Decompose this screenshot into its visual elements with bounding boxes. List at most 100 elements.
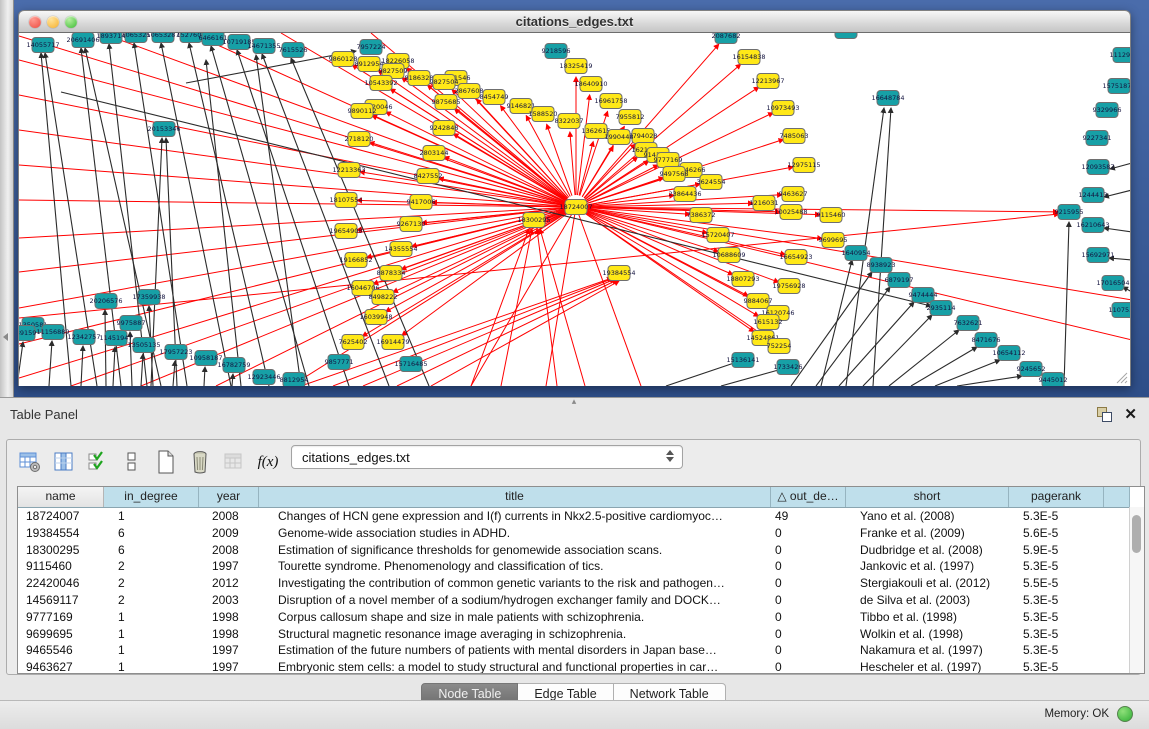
cell-filler[interactable] [1104, 659, 1130, 674]
cell-in_degree[interactable]: 1 [104, 609, 199, 626]
column-header-pagerank[interactable]: pagerank [1009, 487, 1104, 507]
network-node[interactable]: 12923446 [247, 370, 280, 385]
network-node[interactable]: 2803144 [420, 146, 449, 161]
network-node[interactable]: 6879197 [885, 273, 914, 288]
network-node[interactable]: 16914479 [376, 335, 409, 350]
cell-filler[interactable] [1104, 508, 1130, 525]
network-node[interactable]: 15716485 [394, 357, 427, 372]
network-node[interactable]: 9497568 [660, 167, 689, 182]
network-node[interactable]: 18107554 [329, 193, 362, 208]
cell-filler[interactable] [1104, 558, 1130, 575]
network-node[interactable]: 9329966 [1093, 103, 1122, 118]
network-node[interactable]: 8813054 [832, 33, 861, 39]
cell-short[interactable]: Stergiakouli et al. (2012) [846, 575, 1009, 592]
network-node[interactable]: 1640954 [842, 246, 871, 261]
cell-short[interactable]: Nakamura et al. (1997) [846, 642, 1009, 659]
cell-out_de…[interactable]: 0 [771, 575, 846, 592]
cell-short[interactable]: de Silva et al. (2003) [846, 592, 1009, 609]
cell-pagerank[interactable]: 5.5E-5 [1009, 575, 1104, 592]
function-builder-icon[interactable]: f(x) [253, 448, 283, 476]
cell-title[interactable]: Estimation of significance thresholds fo… [259, 542, 771, 559]
network-node[interactable]: 20691406 [66, 33, 99, 48]
cell-year[interactable]: 1997 [199, 558, 259, 575]
table-row[interactable]: 1872400712008Changes of HCN gene express… [18, 508, 1144, 525]
network-node[interactable]: 10654112 [992, 346, 1025, 361]
network-node[interactable]: 15720407 [701, 228, 734, 243]
network-node[interactable]: 15751874 [1102, 79, 1131, 94]
network-node[interactable]: 7386372 [687, 208, 716, 223]
cell-name[interactable]: 9465546 [18, 642, 104, 659]
cell-out_de…[interactable]: 0 [771, 626, 846, 643]
split-collapse-strip[interactable] [0, 0, 14, 397]
cell-short[interactable]: Franke et al. (2009) [846, 525, 1009, 542]
network-graph[interactable]: 1405571720691406189371410653251065328715… [19, 33, 1131, 386]
cell-title[interactable]: Genome-wide association studies in ADHD. [259, 525, 771, 542]
close-icon[interactable]: ✕ [1124, 407, 1137, 422]
cell-year[interactable]: 1997 [199, 642, 259, 659]
network-node[interactable]: 17957223 [159, 345, 192, 360]
network-node[interactable]: 9242848 [430, 121, 459, 136]
network-node[interactable]: 7615526 [279, 43, 308, 58]
cell-name[interactable]: 9699695 [18, 626, 104, 643]
table-row[interactable]: 1830029562008Estimation of significance … [18, 542, 1144, 559]
cell-in_degree[interactable]: 2 [104, 575, 199, 592]
network-canvas[interactable]: 1405571720691406189371410653251065328715… [18, 33, 1131, 386]
cell-name[interactable]: 19384554 [18, 525, 104, 542]
network-node[interactable]: 16210643 [1076, 218, 1109, 233]
table-row[interactable]: 2242004622012Investigating the contribut… [18, 575, 1144, 592]
network-node[interactable]: 16154838 [732, 50, 765, 65]
network-node[interactable]: 2935114 [927, 301, 956, 316]
cell-short[interactable]: Dudbridge et al. (2008) [846, 542, 1009, 559]
network-node[interactable]: 8498222 [369, 290, 398, 305]
network-node[interactable]: 2087682 [712, 33, 741, 44]
network-node[interactable]: 8322037 [555, 114, 584, 129]
cell-out_de…[interactable]: 0 [771, 542, 846, 559]
cell-year[interactable]: 1998 [199, 609, 259, 626]
cell-in_degree[interactable]: 1 [104, 642, 199, 659]
cell-short[interactable]: Hescheler et al. (1997) [846, 659, 1009, 674]
network-node[interactable]: 2718120 [345, 132, 374, 147]
cell-out_de…[interactable]: 0 [771, 558, 846, 575]
network-node[interactable]: 9267130 [397, 217, 426, 232]
network-node[interactable]: 939159 [19, 326, 36, 341]
cell-year[interactable]: 2003 [199, 592, 259, 609]
column-header-filler[interactable] [1104, 487, 1130, 507]
delete-table-icon[interactable] [185, 448, 215, 476]
network-node[interactable]: 9860128 [329, 52, 358, 67]
network-node[interactable]: 16961758 [594, 94, 627, 109]
cell-name[interactable]: 14569117 [18, 592, 104, 609]
network-node[interactable]: 1733426 [774, 360, 803, 375]
cell-filler[interactable] [1104, 642, 1130, 659]
cell-out_de…[interactable]: 0 [771, 525, 846, 542]
resize-grip-icon[interactable] [1114, 370, 1128, 384]
network-node[interactable]: 1244413 [1079, 188, 1108, 203]
cell-year[interactable]: 1998 [199, 626, 259, 643]
splitter-handle[interactable]: ▴ [568, 398, 580, 404]
network-node[interactable]: 18325419 [559, 59, 592, 74]
cell-year[interactable]: 2008 [199, 542, 259, 559]
cell-title[interactable]: Estimation of the future numbers of pati… [259, 642, 771, 659]
cell-filler[interactable] [1104, 626, 1130, 643]
cell-filler[interactable] [1104, 542, 1130, 559]
network-node[interactable]: 1588520 [529, 107, 558, 122]
cell-pagerank[interactable]: 5.3E-5 [1009, 609, 1104, 626]
network-node[interactable]: 9218596 [542, 44, 571, 59]
cell-title[interactable]: Tourette syndrome. Phenomenology and cla… [259, 558, 771, 575]
network-node[interactable]: 15136141 [726, 353, 759, 368]
network-node[interactable]: 12975115 [787, 158, 820, 173]
network-node[interactable]: 12213363 [332, 163, 365, 178]
cell-name[interactable]: 22420046 [18, 575, 104, 592]
network-node[interactable]: 19166852 [339, 253, 372, 268]
network-node[interactable]: 7632621 [954, 316, 983, 331]
network-node[interactable]: 9857771 [325, 355, 354, 370]
cell-title[interactable]: Embryonic stem cells: a model to study s… [259, 659, 771, 674]
cell-in_degree[interactable]: 2 [104, 558, 199, 575]
cell-in_degree[interactable]: 1 [104, 626, 199, 643]
cell-filler[interactable] [1104, 525, 1130, 542]
cell-short[interactable]: Wolkin et al. (1998) [846, 626, 1009, 643]
network-node[interactable]: 8812954 [280, 373, 309, 387]
cell-title[interactable]: Changes of HCN gene expression and I(f) … [259, 508, 771, 525]
column-header-title[interactable]: title [259, 487, 771, 507]
scrollbar-thumb[interactable] [1132, 515, 1141, 553]
cell-short[interactable]: Yano et al. (2008) [846, 508, 1009, 525]
